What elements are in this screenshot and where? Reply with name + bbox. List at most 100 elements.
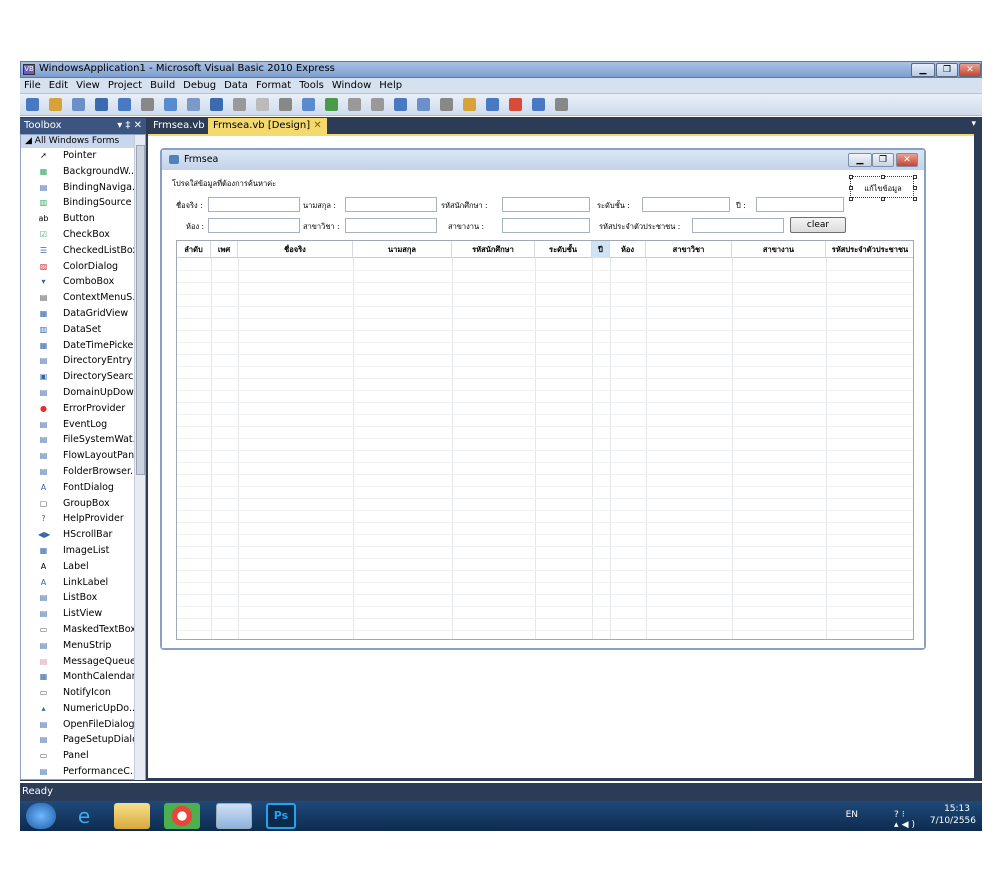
resize-handle[interactable] [913,175,917,179]
solution-explorer-icon[interactable] [463,98,476,111]
grid-column-header[interactable]: ชื่อจริง [238,241,353,258]
form-minimize-button[interactable]: ▁ [848,153,872,167]
toolbox-item-notifyicon[interactable]: ▭ NotifyIcon [21,685,145,701]
form-maximize-button[interactable]: ❐ [872,153,894,167]
toolbox-item-helpprovider[interactable]: ? HelpProvider [21,511,145,527]
add-item-icon[interactable] [72,98,85,111]
toolbox-item-menustrip[interactable]: ▤ MenuStrip [21,638,145,654]
edit-data-button[interactable]: แก้ไขข้อมูล [849,175,917,201]
grid-column-header[interactable]: ห้อง [610,241,646,258]
minimize-button[interactable]: ▁ [911,63,935,77]
resize-handle[interactable] [913,186,917,190]
start-button[interactable] [26,803,56,829]
object-browser-icon[interactable] [509,98,522,111]
close-button[interactable]: ✕ [959,63,981,77]
toolbox-item-directorysearc[interactable]: ▣ DirectorySearc... [21,369,145,385]
citizen-id-input[interactable] [692,218,784,233]
toolbox-item-performancec[interactable]: ▤ PerformanceC... [21,764,145,779]
internet-explorer-icon[interactable]: e [66,803,102,829]
toolbox-item-bindingsource[interactable]: ▥ BindingSource [21,195,145,211]
toolbox-item-eventlog[interactable]: ▤ EventLog [21,417,145,433]
menu-help[interactable]: Help [375,78,406,94]
toolbox-item-domainupdown[interactable]: ▤ DomainUpDown [21,385,145,401]
find-icon[interactable] [210,98,223,111]
tab-close-icon[interactable]: ✕ [313,120,321,131]
toolbox-item-checkbox[interactable]: ☑ CheckBox [21,227,145,243]
toolbox-item-linklabel[interactable]: A LinkLabel [21,575,145,591]
explorer-folder-icon[interactable] [114,803,150,829]
save-all-icon[interactable] [118,98,131,111]
clock-date[interactable]: 7/10/2556 [930,816,976,826]
grid-column-header[interactable]: รหัสนักศึกษา [452,241,535,258]
toolbox-item-maskedtextbox[interactable]: ▭ MaskedTextBox [21,622,145,638]
menu-tools[interactable]: Tools [295,78,328,94]
undo-icon[interactable] [279,98,292,111]
toolbox-item-contextmenus[interactable]: ▤ ContextMenuS... [21,290,145,306]
menu-project[interactable]: Project [104,78,146,94]
clock-time[interactable]: 15:13 [944,804,970,814]
step-icon[interactable] [394,98,407,111]
scrollbar-thumb[interactable] [136,145,145,475]
toolbox-item-pointer[interactable]: ➚ Pointer [21,148,145,164]
resize-handle[interactable] [849,175,853,179]
dept-input[interactable] [502,218,590,233]
more-icon[interactable] [555,98,568,111]
toolbox-item-checkedlistbox[interactable]: ☰ CheckedListBox [21,243,145,259]
pause-icon[interactable] [348,98,361,111]
menu-edit[interactable]: Edit [45,78,72,94]
toolbox-icon[interactable] [532,98,545,111]
photoshop-icon[interactable]: Ps [266,803,296,829]
cut-icon[interactable] [141,98,154,111]
clear-button[interactable]: clear [790,217,846,233]
grid-column-header[interactable]: นามสกุล [353,241,452,258]
room-input[interactable] [208,218,300,233]
data-grid-view[interactable]: ลำดับ เพศ ชื่อจริง นามสกุล รหัสนักศึกษา ระดับ… [176,240,914,640]
indent-icon[interactable] [440,98,453,111]
redo-icon[interactable] [302,98,315,111]
major-input[interactable] [345,218,437,233]
uncomment-icon[interactable] [256,98,269,111]
toolbox-item-openfiledialog[interactable]: ▤ OpenFileDialog [21,717,145,733]
maximize-button[interactable]: ❐ [936,63,958,77]
toolbox-item-colordialog[interactable]: ▨ ColorDialog [21,259,145,275]
toolbox-item-dataset[interactable]: ▥ DataSet [21,322,145,338]
tray-icons[interactable]: ?⁝▴◀) [894,810,918,830]
bookmark-icon[interactable] [417,98,430,111]
toolbox-item-datetimepicker[interactable]: ▦ DateTimePicker [21,338,145,354]
menu-format[interactable]: Format [252,78,295,94]
toolbox-item-panel[interactable]: ▭ Panel [21,748,145,764]
menu-window[interactable]: Window [328,78,375,94]
grid-column-header[interactable]: ระดับชั้น [535,241,592,258]
visual-basic-icon[interactable] [216,803,252,829]
toolbox-item-pagesetupdialog[interactable]: ▤ PageSetupDialog [21,732,145,748]
start-debug-icon[interactable] [325,98,338,111]
name-input[interactable] [208,197,300,212]
comment-icon[interactable] [233,98,246,111]
properties-icon[interactable] [486,98,499,111]
tab-frmsea-vb[interactable]: Frmsea.vb [148,118,210,134]
copy-icon[interactable] [164,98,177,111]
level-input[interactable] [642,197,730,212]
toolbox-item-errorprovider[interactable]: ● ErrorProvider [21,401,145,417]
toolbox-item-fontdialog[interactable]: A FontDialog [21,480,145,496]
menu-debug[interactable]: Debug [179,78,220,94]
toolbox-item-backgroundw[interactable]: ▦ BackgroundW... [21,164,145,180]
designed-form[interactable]: Frmsea ▁ ❐ ✕ โปรดใส่ข้อมูลที่ต้องการค้นห… [160,148,926,650]
student-id-input[interactable] [502,197,590,212]
toolbox-item-monthcalendar[interactable]: ▦ MonthCalendar [21,669,145,685]
chrome-icon[interactable] [164,803,200,829]
grid-column-header[interactable]: สาขางาน [732,241,826,258]
grid-column-header[interactable]: ลำดับ [177,241,211,258]
year-input[interactable] [756,197,844,212]
toolbox-item-groupbox[interactable]: ▢ GroupBox [21,496,145,512]
resize-handle[interactable] [881,197,885,201]
toolbox-pin-icon[interactable]: ▾ ‡ ✕ [117,118,142,134]
new-project-icon[interactable] [26,98,39,111]
menu-data[interactable]: Data [220,78,252,94]
grid-column-header[interactable]: เพศ [211,241,238,258]
tab-frmsea-design[interactable]: Frmsea.vb [Design] ✕ [208,118,327,134]
grid-column-header[interactable]: สาขาวิชา [646,241,732,258]
toolbox-group-header[interactable]: ◢ All Windows Forms [21,135,145,148]
toolbox-item-filesystemwat[interactable]: ▤ FileSystemWat... [21,432,145,448]
toolbox-item-directoryentry[interactable]: ▤ DirectoryEntry [21,353,145,369]
